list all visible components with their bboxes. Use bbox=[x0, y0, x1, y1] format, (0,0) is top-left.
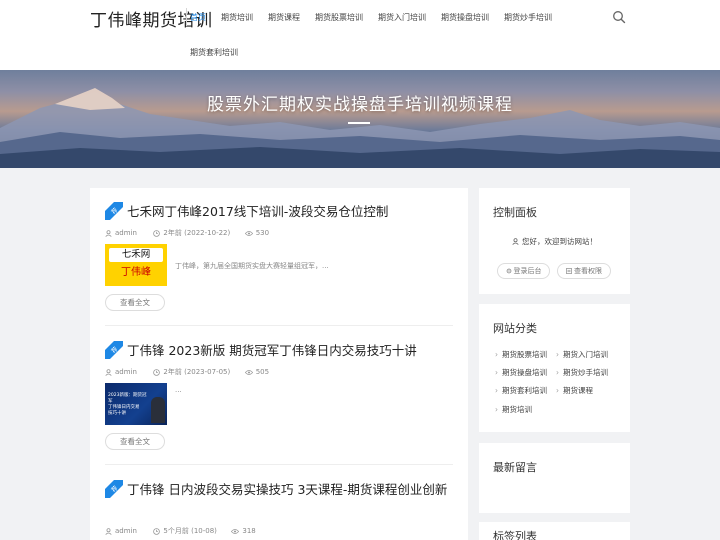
view-permissions-button[interactable]: 查看权限 bbox=[557, 263, 611, 279]
nav-trading-training[interactable]: 期货操盘培训 bbox=[441, 12, 489, 23]
category-link[interactable]: 期货股票培训 bbox=[495, 349, 547, 360]
post-list: 荐 七禾网丁伟峰2017线下培训-波段交易仓位控制 admin 2年前 (202… bbox=[90, 188, 468, 540]
post-views: 505 bbox=[255, 368, 270, 376]
category-link[interactable]: 期货炒手培训 bbox=[556, 367, 608, 378]
login-button[interactable]: 登录后台 bbox=[497, 263, 550, 279]
nav-futures-course[interactable]: 期货课程 bbox=[268, 12, 300, 23]
thumb-caption-1: 七禾网 bbox=[109, 248, 163, 262]
nav-futures-training[interactable]: 期货培训 bbox=[221, 12, 253, 23]
post-meta: admin 5个月前 (10-08) 318 bbox=[105, 526, 256, 536]
category-link[interactable]: 期货培训 bbox=[495, 404, 532, 415]
post-thumbnail[interactable]: 2023新版：期货冠军 丁伟锋日内交易 技巧十讲 bbox=[105, 383, 167, 425]
eye-icon bbox=[244, 369, 253, 375]
clock-icon bbox=[153, 368, 161, 376]
mountain-illustration bbox=[0, 88, 720, 168]
hero-underline bbox=[348, 122, 370, 124]
search-icon[interactable] bbox=[612, 10, 626, 24]
category-link[interactable]: 期货套利培训 bbox=[495, 385, 547, 396]
thumb-caption: 2023新版：期货冠军 丁伟锋日内交易 技巧十讲 bbox=[108, 393, 147, 416]
hero-banner: 股票外汇期权实战操盘手培训视频课程 bbox=[0, 70, 720, 168]
post-title[interactable]: 丁伟锋 2023新版 期货冠军丁伟锋日内交易技巧十讲 bbox=[105, 341, 453, 361]
user-icon bbox=[105, 229, 112, 237]
site-header: 丁伟峰期货培训 首页 期货培训 期货课程 期货股票培训 期货入门培训 期货操盘培… bbox=[0, 0, 720, 70]
category-link[interactable]: 期货课程 bbox=[556, 385, 593, 396]
nav-stock-training[interactable]: 期货股票培训 bbox=[315, 12, 363, 23]
read-more-button[interactable]: 查看全文 bbox=[105, 294, 165, 311]
thumb-person bbox=[151, 397, 165, 423]
latest-comments-widget: 最新留言 bbox=[479, 443, 630, 513]
post-title[interactable]: 七禾网丁伟峰2017线下培训-波段交易仓位控制 bbox=[105, 202, 453, 222]
post-excerpt: 丁伟峰，第九届全国期货实盘大赛轻量组冠军，... bbox=[175, 262, 329, 270]
post-excerpt: ... bbox=[175, 386, 182, 394]
hero-title: 股票外汇期权实战操盘手培训视频课程 bbox=[207, 95, 513, 115]
control-panel-widget: 控制面板 您好，欢迎到访网站！ 登录后台 查看权限 bbox=[479, 188, 630, 294]
post-divider bbox=[105, 325, 453, 326]
post-item: 荐 丁伟锋 2023新版 期货冠军丁伟锋日内交易技巧十讲 admin 2年前 (… bbox=[105, 341, 453, 451]
category-link[interactable]: 期货操盘培训 bbox=[495, 367, 547, 378]
widget-title: 标签列表 bbox=[493, 530, 537, 540]
list-icon bbox=[566, 268, 572, 274]
widget-title: 控制面板 bbox=[493, 206, 537, 219]
post-author[interactable]: admin bbox=[115, 229, 137, 237]
eye-icon bbox=[244, 230, 253, 236]
user-icon bbox=[105, 368, 112, 376]
nav-separator bbox=[186, 8, 187, 26]
read-more-button[interactable]: 查看全文 bbox=[105, 433, 165, 450]
tags-widget: 标签列表 bbox=[479, 522, 630, 540]
widget-title: 网站分类 bbox=[493, 322, 537, 335]
post-item: 荐 七禾网丁伟峰2017线下培训-波段交易仓位控制 admin 2年前 (202… bbox=[105, 202, 453, 312]
user-icon bbox=[105, 527, 112, 535]
eye-icon bbox=[231, 528, 240, 534]
nav-trader-training[interactable]: 期货炒手培训 bbox=[504, 12, 552, 23]
post-thumbnail[interactable]: 七禾网 丁伟峰 bbox=[105, 244, 167, 286]
post-meta: admin 2年前 (2022-10-22) 530 bbox=[105, 228, 269, 238]
post-meta: admin 2年前 (2023-07-05) 505 bbox=[105, 367, 269, 377]
clock-icon bbox=[153, 229, 161, 237]
post-views: 530 bbox=[255, 229, 270, 237]
post-views: 318 bbox=[242, 527, 256, 535]
nav-home[interactable]: 首页 bbox=[190, 12, 206, 23]
post-author[interactable]: admin bbox=[115, 527, 137, 535]
thumb-caption-2: 丁伟峰 bbox=[121, 267, 151, 278]
post-date: 2年前 (2023-07-05) bbox=[163, 368, 231, 376]
gear-icon bbox=[506, 268, 511, 274]
categories-widget: 网站分类 期货股票培训 期货入门培训 期货操盘培训 期货炒手培训 期货套利培训 … bbox=[479, 304, 630, 432]
category-link[interactable]: 期货入门培训 bbox=[556, 349, 608, 360]
post-item: 荐 丁伟锋 日内波段交易实操技巧 3天课程-期货课程创业创新 admin 5个月… bbox=[105, 480, 453, 540]
post-divider bbox=[105, 464, 453, 465]
user-icon bbox=[512, 238, 519, 245]
post-author[interactable]: admin bbox=[115, 368, 137, 376]
welcome-message: 您好，欢迎到访网站！ bbox=[479, 236, 630, 247]
post-title[interactable]: 丁伟锋 日内波段交易实操技巧 3天课程-期货课程创业创新 bbox=[105, 480, 453, 500]
widget-title: 最新留言 bbox=[493, 461, 537, 474]
post-date: 5个月前 (10-08) bbox=[163, 527, 217, 535]
post-date: 2年前 (2022-10-22) bbox=[163, 229, 231, 237]
clock-icon bbox=[153, 527, 161, 535]
nav-beginner-training[interactable]: 期货入门培训 bbox=[378, 12, 426, 23]
nav-arbitrage-training[interactable]: 期货套利培训 bbox=[190, 47, 238, 58]
